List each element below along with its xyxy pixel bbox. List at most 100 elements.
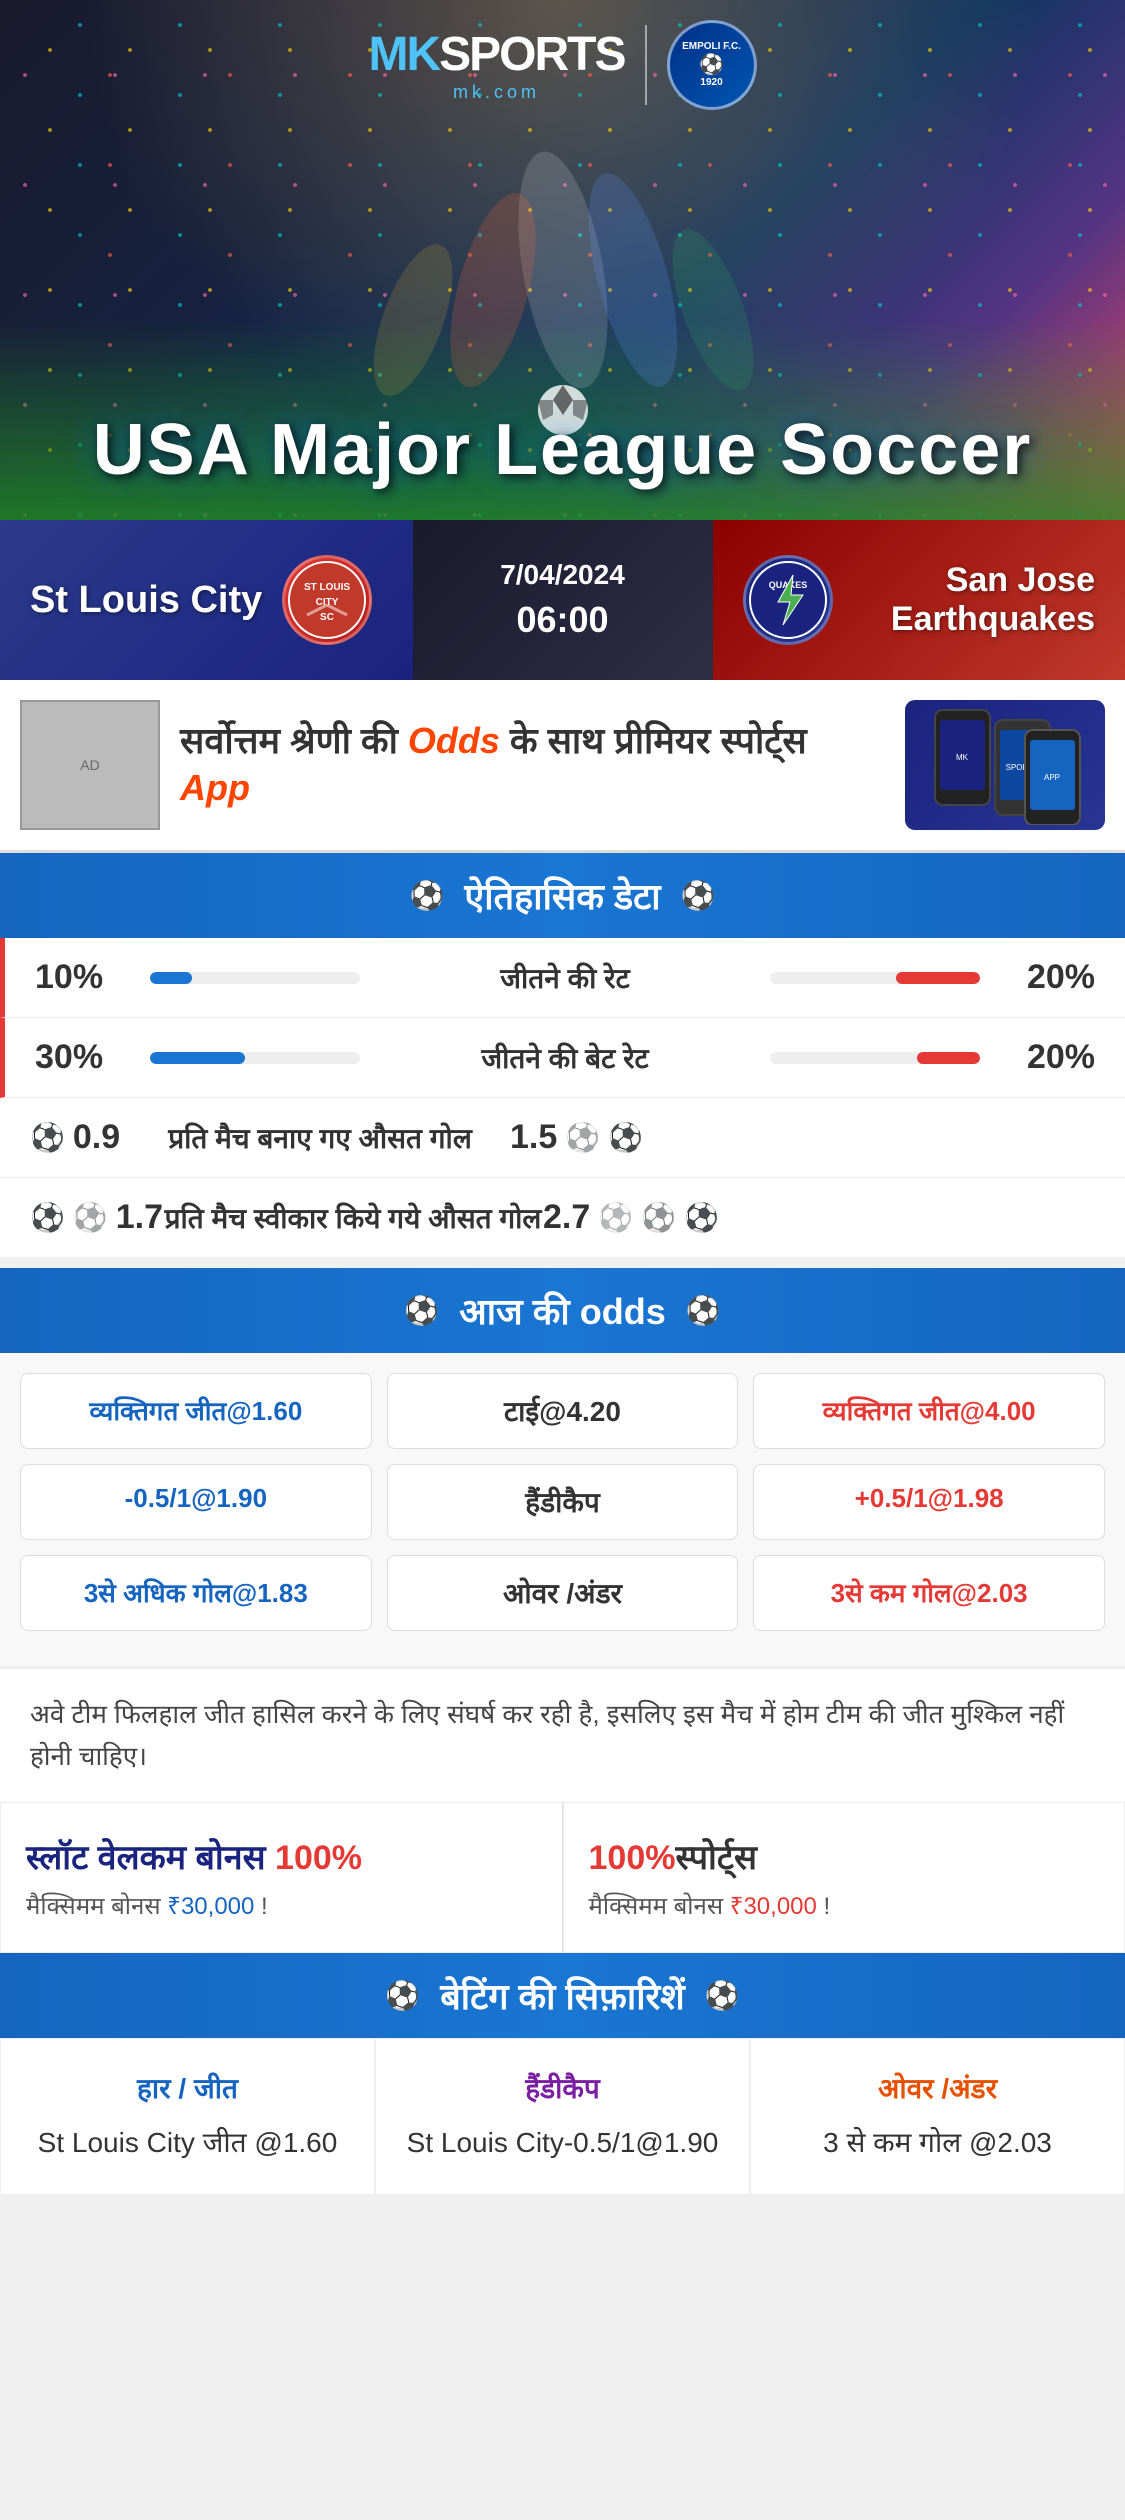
mk-sports-logo: MKSPORTS mk.com bbox=[368, 27, 624, 103]
odds-overunder-label: ओवर /अंडर bbox=[387, 1555, 739, 1631]
bonus-right-exclaim: ! bbox=[817, 1893, 830, 1920]
bonus-left-exclaim: ! bbox=[254, 1893, 267, 1920]
odds-overunder-row: 3से अधिक गोल@1.83 ओवर /अंडर 3से कम गोल@2… bbox=[20, 1555, 1105, 1631]
ball-icon-right: ⚽ bbox=[681, 879, 716, 912]
bonus-left-amount: ₹30,000 bbox=[167, 1893, 254, 1920]
partner-logo: EMPOLI F.C. ⚽ 1920 bbox=[667, 20, 757, 110]
bonus-section[interactable]: स्लॉट वेलकम बोनस 100% मैक्सिमम बोनस ₹30,… bbox=[0, 1802, 1125, 1953]
ball-icon-betting-left: ⚽ bbox=[385, 1979, 420, 2012]
match-date: 7/04/2024 bbox=[500, 559, 625, 591]
stat-bar-fill-red-2 bbox=[917, 1052, 980, 1064]
betting-grid: हार / जीत St Louis City जीत @1.60 हैंडीक… bbox=[0, 2038, 1125, 2195]
stat-label-3: प्रति मैच बनाए गए औसत गोल bbox=[130, 1119, 510, 1157]
home-team-name: St Louis City bbox=[30, 579, 262, 622]
svg-text:ST LOUIS: ST LOUIS bbox=[304, 582, 350, 593]
betting-label-2: हैंडीकैप bbox=[396, 2069, 729, 2107]
stat-row-avg-goals: ⚽ 0.9 प्रति मैच बनाए गए औसत गोल 1.5 ⚽ ⚽ bbox=[0, 1098, 1125, 1178]
promo-banner[interactable]: AD सर्वोत्तम श्रेणी की Odds के साथ प्रीम… bbox=[0, 680, 1125, 853]
odds-under[interactable]: 3से कम गोल@2.03 bbox=[753, 1555, 1105, 1631]
stat-bar-fill-1 bbox=[150, 972, 192, 984]
odds-title: आज की odds bbox=[459, 1286, 665, 1335]
stat-left-num-4: 1.7 bbox=[116, 1198, 163, 1237]
players-area bbox=[213, 90, 913, 440]
stat-left-num-3: 0.9 bbox=[73, 1118, 120, 1157]
stat-right-value-2: 20% bbox=[995, 1038, 1095, 1077]
historical-section-header: ⚽ ऐतिहासिक डेटा ⚽ bbox=[0, 853, 1125, 938]
stat-right-num-3: 1.5 bbox=[510, 1118, 557, 1157]
betting-title: बेटिंग की सिफ़ारिशें bbox=[440, 1971, 685, 2020]
match-center: 7/04/2024 06:00 bbox=[413, 520, 713, 680]
svg-text:SC: SC bbox=[320, 612, 334, 623]
bonus-left-title-text: स्लॉट वेलकम बोनस bbox=[26, 1839, 275, 1877]
ball-icon-6: ⚽ bbox=[598, 1201, 633, 1234]
bonus-right-pct: 100% bbox=[589, 1839, 676, 1877]
analysis-section: अवे टीम फिलहाल जीत हासिल करने के लिए संघ… bbox=[0, 1666, 1125, 1802]
odds-away-win[interactable]: व्यक्तिगत जीत@4.00 bbox=[753, 1373, 1105, 1449]
logo-divider bbox=[645, 25, 647, 105]
stat-left-value-1: 10% bbox=[35, 958, 135, 997]
promo-highlight: Odds bbox=[408, 720, 500, 761]
stat-label-2: जीतने की बेट रेट bbox=[375, 1039, 755, 1077]
bonus-left-subtitle-text: मैक्सिमम बोनस bbox=[26, 1893, 167, 1920]
stat-bar-fill-2 bbox=[150, 1052, 245, 1064]
away-team-logo: QUAKES bbox=[743, 555, 833, 645]
odds-over[interactable]: 3से अधिक गोल@1.83 bbox=[20, 1555, 372, 1631]
ball-icon-1: ⚽ bbox=[30, 1121, 65, 1154]
odds-handicap-label: हैंडीकैप bbox=[387, 1464, 739, 1540]
odds-handicap-right[interactable]: +0.5/1@1.98 bbox=[753, 1464, 1105, 1540]
historical-title: ऐतिहासिक डेटा bbox=[464, 871, 660, 920]
stat-icons-left-4: ⚽ ⚽ 1.7 bbox=[30, 1198, 163, 1237]
bonus-right-amount: ₹30,000 bbox=[730, 1893, 817, 1920]
betting-section-header: ⚽ बेटिंग की सिफ़ारिशें ⚽ bbox=[0, 1953, 1125, 2038]
ball-icon-8: ⚽ bbox=[684, 1201, 719, 1234]
promo-text-part1: सर्वोत्तम श्रेणी की bbox=[180, 720, 408, 761]
promo-text-part2: के साथ प्रीमियर स्पोर्ट्स bbox=[500, 720, 807, 761]
stat-row-win-rate: 10% जीतने की रेट 20% bbox=[0, 938, 1125, 1018]
brand-name: MKSPORTS bbox=[368, 27, 624, 82]
bonus-card-right[interactable]: 100%स्पोर्ट्स मैक्सिमम बोनस ₹30,000 ! bbox=[563, 1802, 1125, 1953]
betting-cell-win-loss: हार / जीत St Louis City जीत @1.60 bbox=[0, 2038, 375, 2195]
ball-icon-2: ⚽ bbox=[565, 1121, 600, 1154]
bonus-right-sports: स्पोर्ट्स bbox=[675, 1839, 756, 1877]
stat-bar-left-2 bbox=[150, 1052, 360, 1064]
ball-icon-4: ⚽ bbox=[30, 1201, 65, 1234]
svg-text:APP: APP bbox=[1044, 773, 1060, 782]
stat-bar-right-2 bbox=[770, 1052, 980, 1064]
ball-icon-5: ⚽ bbox=[73, 1201, 108, 1234]
ball-icon-7: ⚽ bbox=[641, 1201, 676, 1234]
hero-banner: MKSPORTS mk.com EMPOLI F.C. ⚽ 1920 USA M… bbox=[0, 0, 1125, 520]
stat-bar-fill-red-1 bbox=[896, 972, 980, 984]
ball-icon-left: ⚽ bbox=[410, 879, 445, 912]
odds-section: व्यक्तिगत जीत@1.60 टाई@4.20 व्यक्तिगत जी… bbox=[0, 1353, 1125, 1666]
betting-value-1: St Louis City जीत @1.60 bbox=[21, 2122, 354, 2164]
brand-url: mk.com bbox=[453, 82, 540, 103]
home-team-section: St Louis City ST LOUIS CITY SC bbox=[0, 520, 413, 680]
partner-name: EMPOLI F.C. ⚽ 1920 bbox=[682, 41, 741, 89]
bonus-right-subtitle: मैक्सिमम बोनस ₹30,000 ! bbox=[589, 1889, 1100, 1922]
promo-text-area: सर्वोत्तम श्रेणी की Odds के साथ प्रीमियर… bbox=[180, 718, 885, 812]
ball-icon-odds-left: ⚽ bbox=[404, 1294, 439, 1327]
odds-handicap-row: -0.5/1@1.90 हैंडीकैप +0.5/1@1.98 bbox=[20, 1464, 1105, 1540]
bonus-card-left[interactable]: स्लॉट वेलकम बोनस 100% मैक्सिमम बोनस ₹30,… bbox=[0, 1802, 563, 1953]
odds-tie[interactable]: टाई@4.20 bbox=[387, 1373, 739, 1449]
promo-app: App bbox=[180, 767, 250, 808]
bonus-right-subtitle-text: मैक्सिमम बोनस bbox=[589, 1893, 730, 1920]
stat-icons-left-3: ⚽ 0.9 bbox=[30, 1118, 130, 1157]
away-team-name: San Jose Earthquakes bbox=[853, 561, 1096, 639]
betting-recommendations: हार / जीत St Louis City जीत @1.60 हैंडीक… bbox=[0, 2038, 1125, 2195]
promo-main-text: सर्वोत्तम श्रेणी की Odds के साथ प्रीमियर… bbox=[180, 718, 885, 812]
stat-bar-right-1 bbox=[770, 972, 980, 984]
betting-label-3: ओवर /अंडर bbox=[771, 2069, 1104, 2107]
odds-home-win[interactable]: व्यक्तिगत जीत@1.60 bbox=[20, 1373, 372, 1449]
match-bar: St Louis City ST LOUIS CITY SC 7/04/2024… bbox=[0, 520, 1125, 680]
logo-area: MKSPORTS mk.com EMPOLI F.C. ⚽ 1920 bbox=[368, 20, 756, 110]
stat-right-num-4: 2.7 bbox=[543, 1198, 590, 1237]
stat-icons-right-4: 2.7 ⚽ ⚽ ⚽ bbox=[543, 1198, 719, 1237]
hero-title-area: USA Major League Soccer bbox=[0, 411, 1125, 490]
stat-bar-left-1 bbox=[150, 972, 360, 984]
ball-icon-betting-right: ⚽ bbox=[705, 1979, 740, 2012]
odds-handicap-left[interactable]: -0.5/1@1.90 bbox=[20, 1464, 372, 1540]
betting-label-1: हार / जीत bbox=[21, 2069, 354, 2107]
stat-icons-right-3: 1.5 ⚽ ⚽ bbox=[510, 1118, 643, 1157]
ball-icon-odds-right: ⚽ bbox=[686, 1294, 721, 1327]
